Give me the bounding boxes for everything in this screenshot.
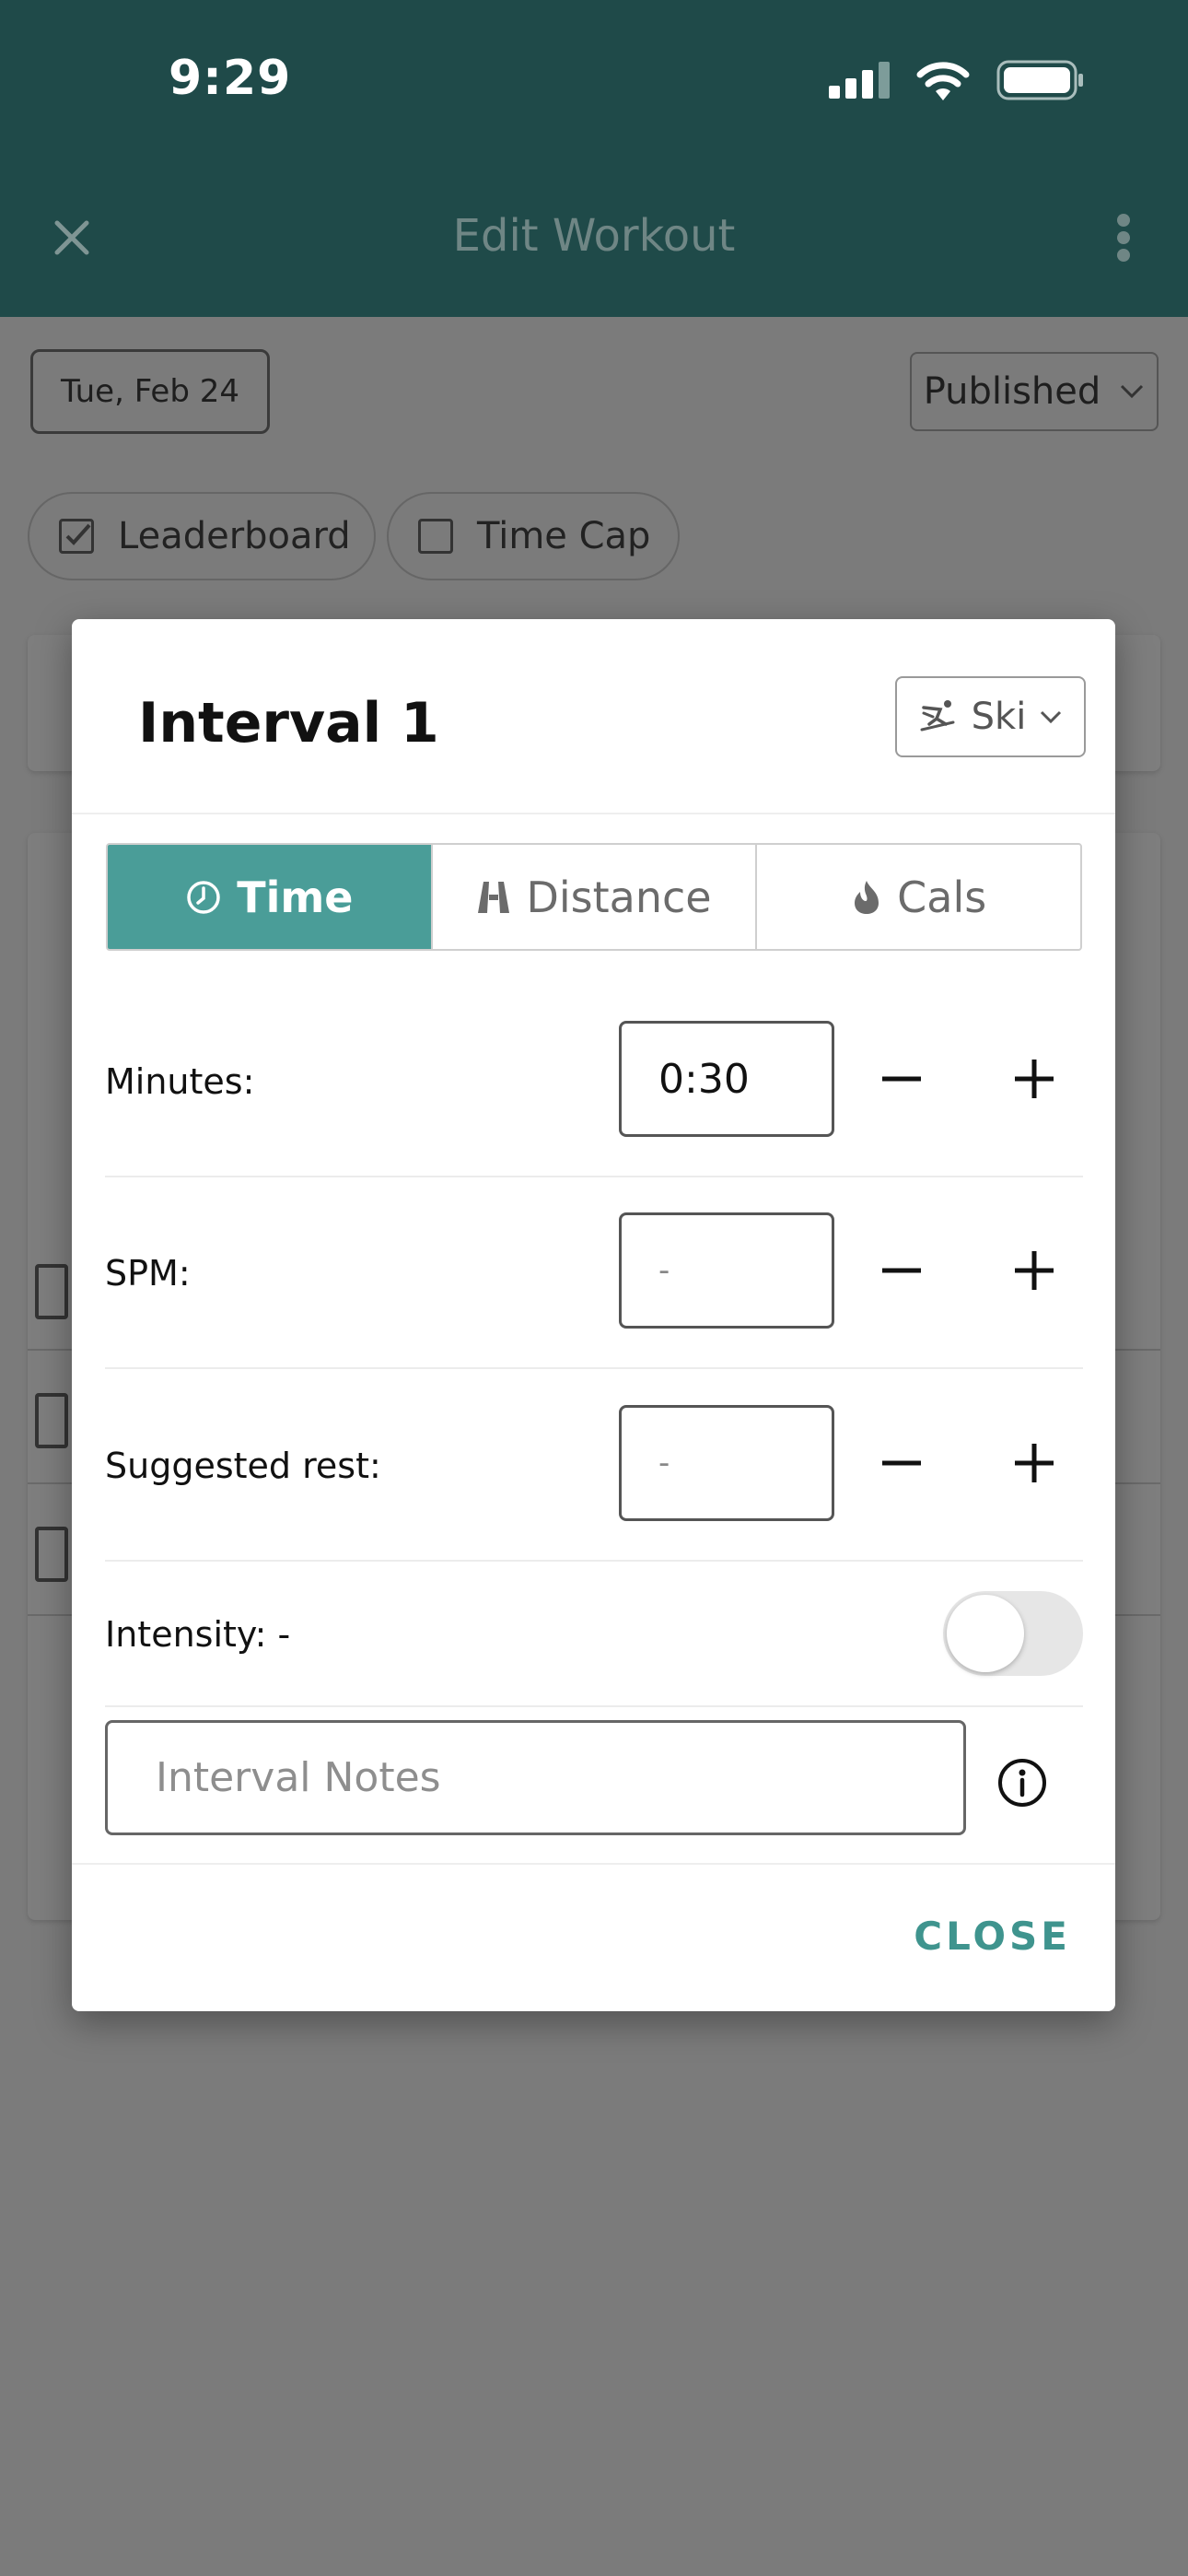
suggested-rest-input[interactable]: - [619, 1405, 834, 1521]
tab-time-label: Time [237, 872, 354, 922]
minus-icon[interactable] [869, 1047, 934, 1111]
tab-time[interactable]: Time [108, 845, 433, 949]
spm-label: SPM: [105, 1253, 191, 1294]
tab-distance[interactable]: Distance [433, 845, 758, 949]
plus-icon[interactable] [1002, 1047, 1066, 1111]
tab-distance-label: Distance [526, 872, 712, 922]
modal-title: Interval 1 [138, 691, 439, 755]
interval-modal: Interval 1 Ski Time Distance Cals Minute… [72, 619, 1115, 2011]
leaderboard-option[interactable]: Leaderboard [28, 492, 376, 580]
suggested-rest-row: Suggested rest: - [105, 1370, 1083, 1562]
background-checkbox [35, 1264, 68, 1319]
row-divider [105, 1705, 1083, 1707]
plus-icon[interactable] [1002, 1431, 1066, 1495]
modal-header-divider [72, 813, 1115, 814]
background-checkbox [35, 1393, 68, 1448]
road-icon [478, 881, 510, 913]
row-divider [105, 1367, 1083, 1369]
nav-title: Edit Workout [452, 210, 736, 262]
minutes-row: Minutes: 0:30 [105, 986, 1083, 1177]
close-button[interactable]: CLOSE [914, 1914, 1071, 1959]
intensity-label: Intensity: - [105, 1614, 291, 1655]
spm-input[interactable]: - [619, 1212, 834, 1329]
time-cap-label: Time Cap [477, 515, 651, 557]
leaderboard-label: Leaderboard [118, 515, 351, 557]
minus-icon[interactable] [869, 1238, 934, 1303]
spm-row: SPM: - [105, 1177, 1083, 1369]
tab-cals-label: Cals [897, 872, 987, 922]
tab-cals[interactable]: Cals [757, 845, 1080, 949]
time-cap-option[interactable]: Time Cap [387, 492, 680, 580]
chevron-down-icon [1121, 384, 1144, 399]
suggested-rest-label: Suggested rest: [105, 1446, 381, 1486]
signal-icon [829, 62, 890, 99]
interval-notes-input[interactable]: Interval Notes [105, 1720, 966, 1835]
plus-icon[interactable] [1002, 1238, 1066, 1303]
metric-tabs: Time Distance Cals [106, 843, 1082, 951]
modal-footer-divider [72, 1863, 1115, 1865]
clock-icon [187, 880, 220, 914]
checkbox-checked-icon [59, 519, 94, 554]
intensity-row: Intensity: - [105, 1562, 1083, 1707]
sport-select-value: Ski [971, 696, 1027, 738]
skier-icon [920, 700, 955, 732]
status-select-value: Published [923, 370, 1101, 413]
flame-icon [855, 880, 879, 914]
minutes-label: Minutes: [105, 1061, 255, 1102]
battery-icon [996, 60, 1083, 100]
status-time: 9:29 [169, 51, 292, 106]
background-checkbox [35, 1527, 68, 1582]
wifi-icon [916, 62, 970, 100]
chevron-down-icon [1041, 710, 1062, 724]
top-bar: 9:29 Edit Workout [0, 0, 1188, 317]
status-select[interactable]: Published [910, 352, 1159, 431]
sport-select[interactable]: Ski [895, 676, 1086, 757]
intensity-toggle[interactable] [943, 1591, 1083, 1676]
info-icon[interactable] [996, 1757, 1048, 1809]
status-icons [829, 59, 1085, 101]
date-chip[interactable]: Tue, Feb 24 [30, 349, 270, 434]
more-options-icon[interactable] [1116, 214, 1131, 262]
minutes-input[interactable]: 0:30 [619, 1021, 834, 1137]
minus-icon[interactable] [869, 1431, 934, 1495]
toggle-knob [947, 1595, 1024, 1672]
checkbox-icon [418, 519, 453, 554]
